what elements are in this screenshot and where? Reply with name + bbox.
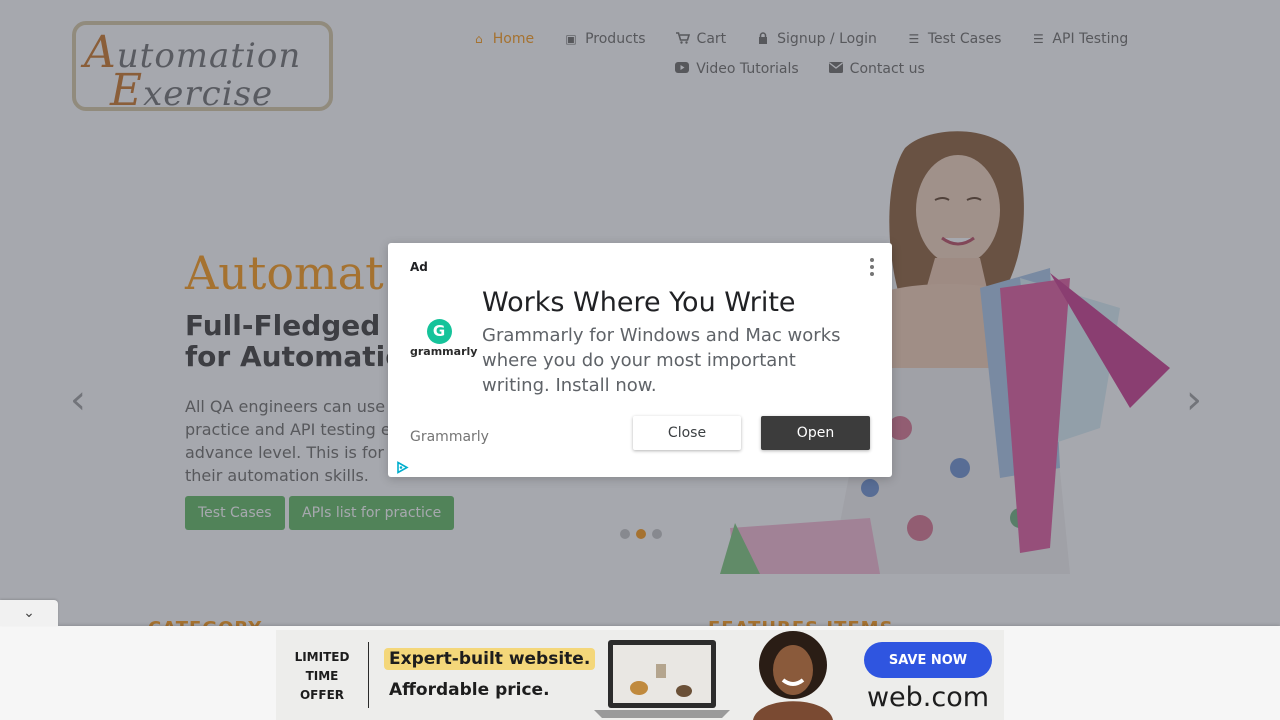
banner-headline: Expert-built website.	[384, 648, 596, 670]
grammarly-logo[interactable]: G grammarly	[410, 319, 478, 358]
collapse-ad-button[interactable]: ⌄	[0, 600, 58, 626]
ad-close-button[interactable]: Close	[633, 416, 741, 450]
ad-headline[interactable]: Works Where You Write	[482, 287, 796, 318]
webcom-banner-ad[interactable]: LIMITED TIME OFFER Expert-built website.…	[276, 630, 1004, 720]
limited-offer-text: LIMITED TIME OFFER	[294, 650, 350, 702]
ad-modal: Ad G grammarly Works Where You Write Gra…	[388, 243, 892, 477]
chevron-down-icon: ⌄	[23, 605, 35, 621]
ad-advertiser[interactable]: Grammarly	[410, 429, 489, 445]
ad-body-text: Grammarly for Windows and Mac works wher…	[482, 325, 841, 396]
grammarly-logo-icon: G	[426, 319, 452, 344]
smiling-woman-image	[753, 631, 833, 720]
webcom-logo: web.com	[866, 682, 990, 713]
banner-divider	[368, 642, 369, 708]
ad-options-icon[interactable]	[868, 258, 876, 276]
grammarly-logo-text: grammarly	[410, 345, 478, 358]
adchoices-icon[interactable]	[396, 461, 409, 474]
save-now-button[interactable]: SAVE NOW	[864, 642, 992, 678]
laptop-image	[594, 640, 730, 718]
ad-label: Ad	[410, 260, 428, 274]
ad-open-button[interactable]: Open	[761, 416, 870, 450]
banner-subline: Affordable price.	[389, 680, 550, 700]
